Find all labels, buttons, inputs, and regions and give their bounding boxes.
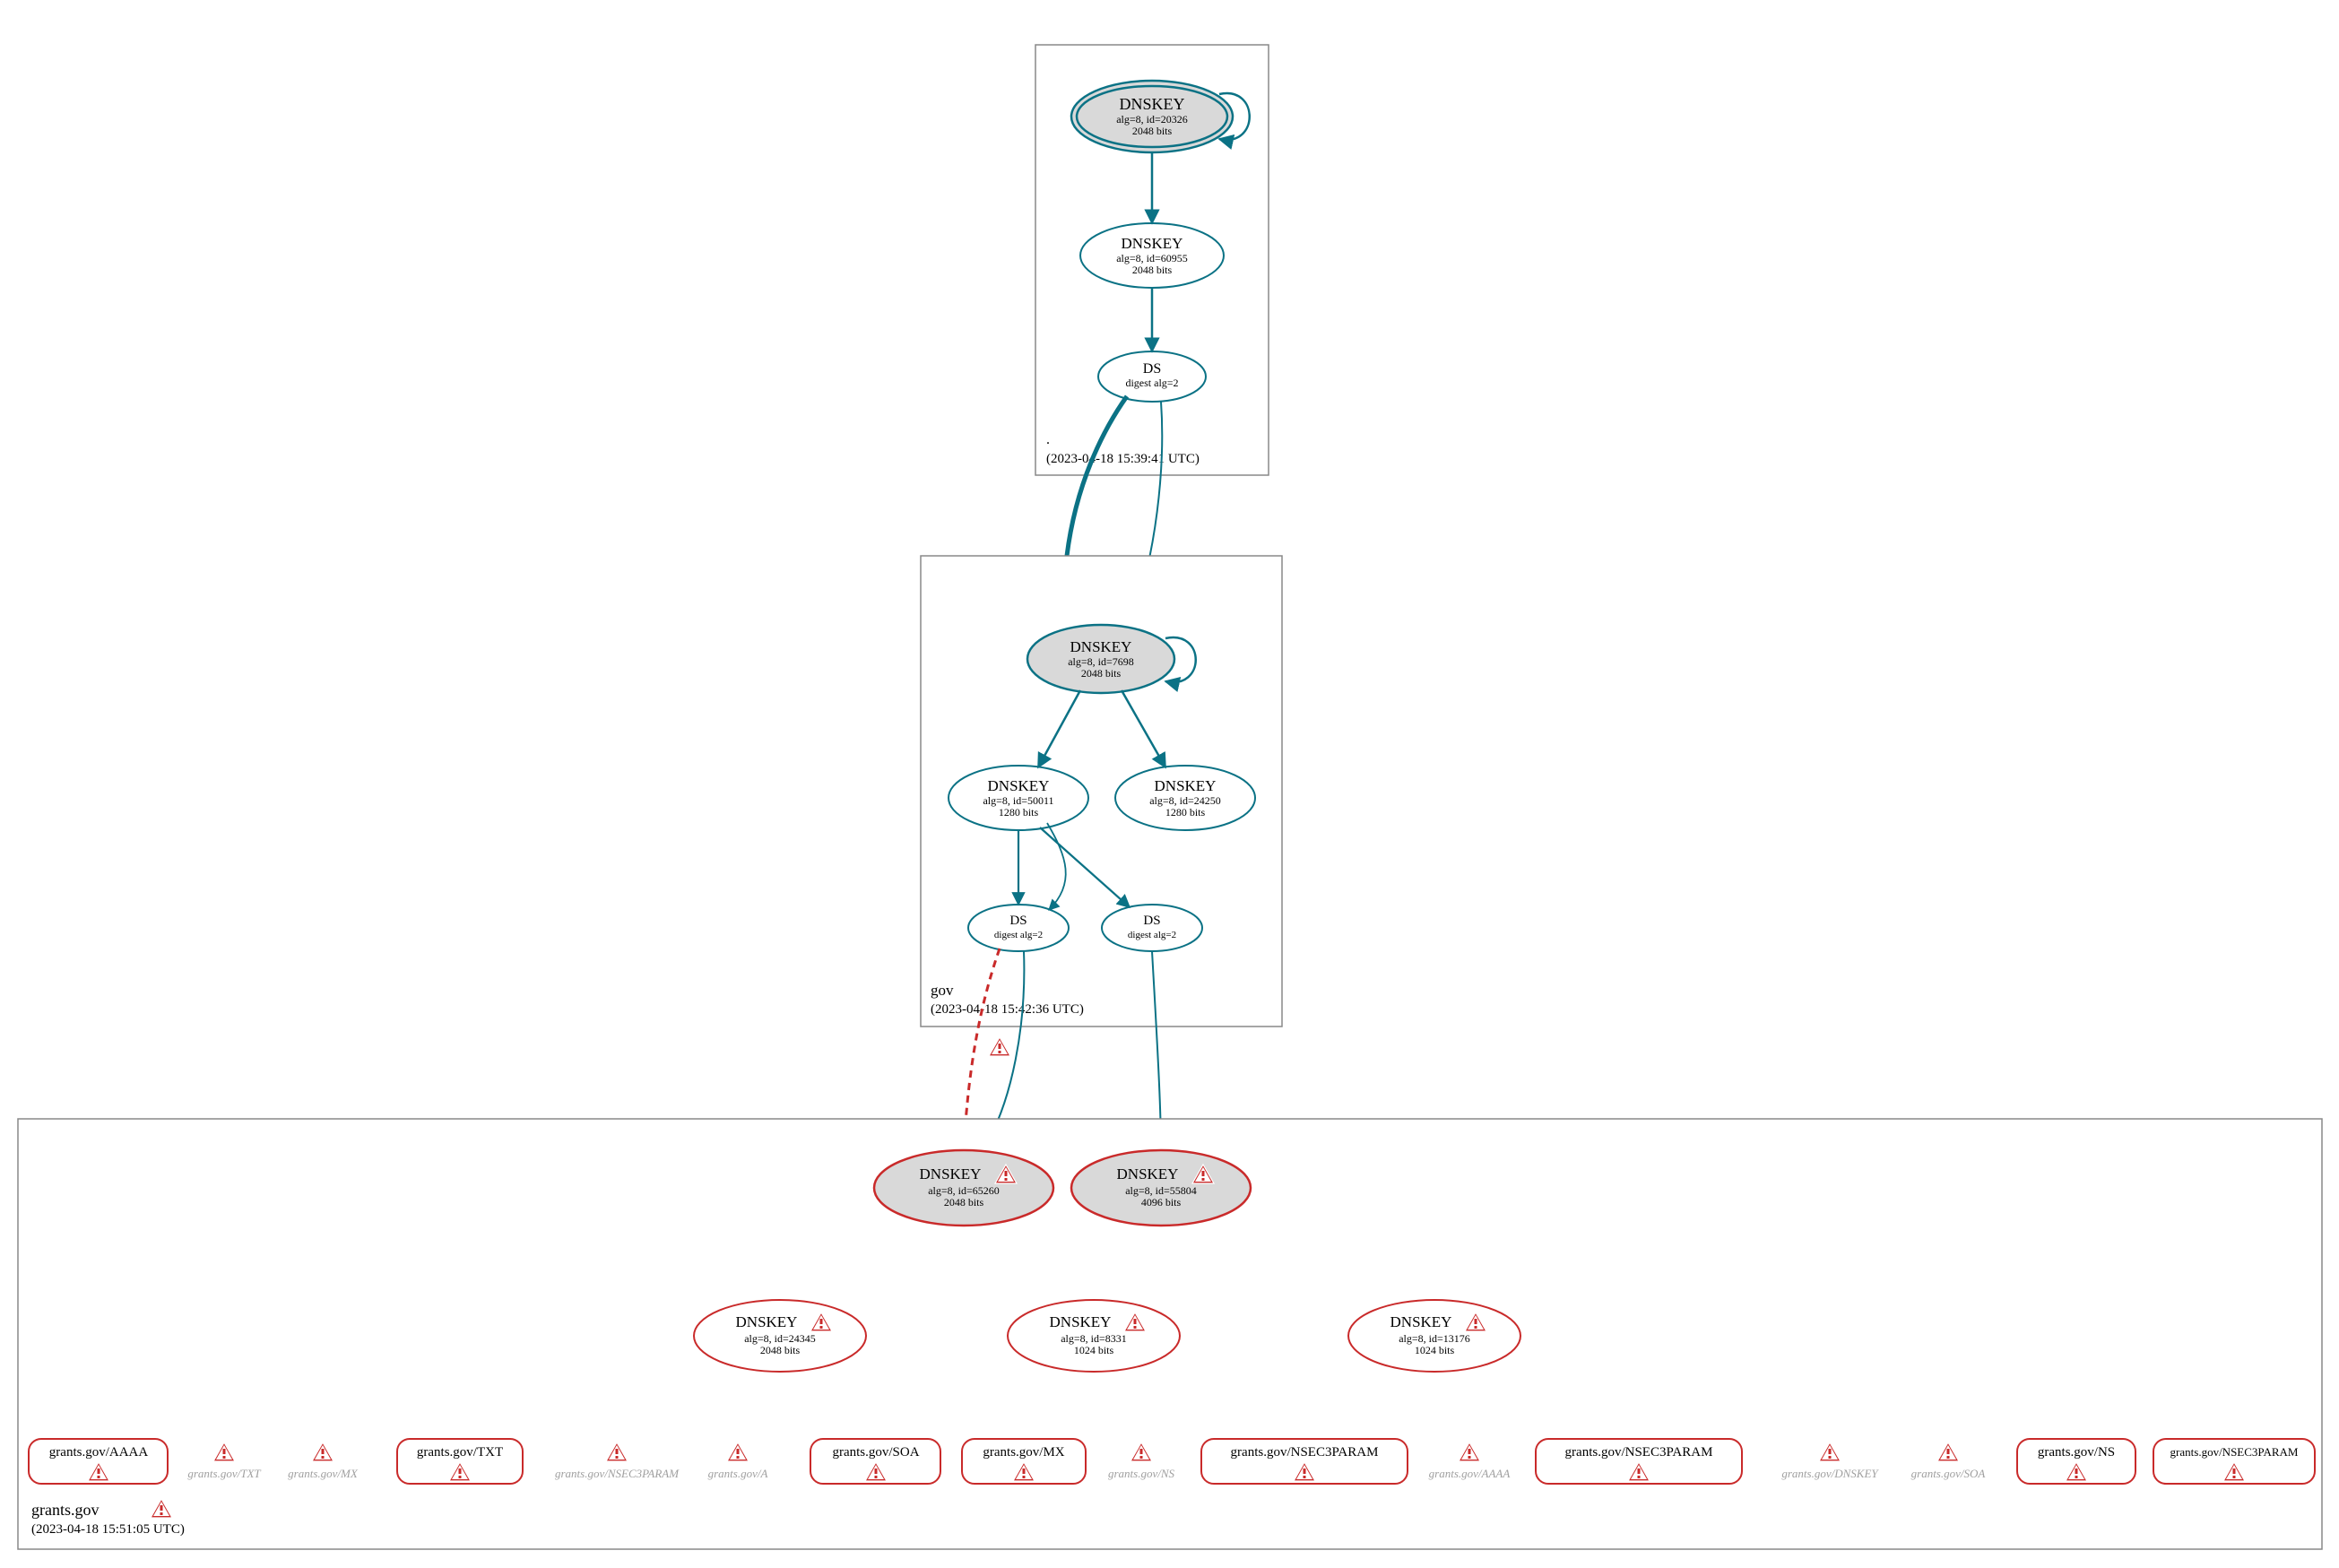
svg-text:grants.gov/TXT: grants.gov/TXT: [417, 1445, 503, 1460]
zone-gov-timestamp: (2023-04-18 15:42:36 UTC): [931, 1002, 1084, 1017]
warning-icon: [989, 1037, 1010, 1056]
svg-text:digest alg=2: digest alg=2: [1125, 377, 1178, 389]
svg-text:2048 bits: 2048 bits: [1132, 264, 1173, 276]
rrset-nsec3param-1[interactable]: grants.gov/NSEC3PARAM: [1201, 1439, 1408, 1484]
svg-text:DNSKEY: DNSKEY: [1122, 235, 1183, 252]
svg-text:2048 bits: 2048 bits: [1081, 667, 1122, 680]
rrset-nsec3param-3[interactable]: grants.gov/NSEC3PARAM: [2153, 1439, 2315, 1484]
rrset-aaaa-1[interactable]: grants.gov/AAAA: [29, 1439, 168, 1484]
node-gov-ksk[interactable]: DNSKEY alg=8, id=7698 2048 bits: [1027, 625, 1174, 693]
svg-text:grants.gov/NSEC3PARAM: grants.gov/NSEC3PARAM: [555, 1467, 680, 1480]
svg-text:DS: DS: [1143, 361, 1161, 377]
node-gov-ds1[interactable]: DS digest alg=2: [968, 905, 1069, 951]
svg-text:DNSKEY: DNSKEY: [1390, 1313, 1452, 1330]
svg-text:2048 bits: 2048 bits: [1132, 125, 1173, 137]
node-root-zsk[interactable]: DNSKEY alg=8, id=60955 2048 bits: [1080, 223, 1224, 288]
svg-text:alg=8, id=65260: alg=8, id=65260: [928, 1184, 1000, 1197]
svg-text:grants.gov/NS: grants.gov/NS: [1108, 1467, 1175, 1480]
svg-text:digest alg=2: digest alg=2: [994, 930, 1043, 940]
rrset-mx-1[interactable]: grants.gov/MX: [962, 1439, 1086, 1484]
zone-grants-label: grants.gov: [31, 1501, 100, 1519]
svg-text:grants.gov/DNSKEY: grants.gov/DNSKEY: [1781, 1467, 1879, 1480]
svg-text:grants.gov/NSEC3PARAM: grants.gov/NSEC3PARAM: [1565, 1445, 1713, 1460]
zone-root-timestamp: (2023-04-18 15:39:41 UTC): [1046, 452, 1200, 466]
svg-text:grants.gov/SOA: grants.gov/SOA: [832, 1445, 919, 1460]
node-gov-zsk2[interactable]: DNSKEY alg=8, id=24250 1280 bits: [1115, 766, 1255, 830]
svg-text:alg=8, id=50011: alg=8, id=50011: [983, 794, 1053, 807]
zone-grants-timestamp: (2023-04-18 15:51:05 UTC): [31, 1522, 185, 1537]
node-grants-k13176[interactable]: DNSKEY alg=8, id=13176 1024 bits: [1348, 1300, 1520, 1372]
svg-text:grants.gov/AAAA: grants.gov/AAAA: [49, 1445, 149, 1460]
svg-text:grants.gov/NSEC3PARAM: grants.gov/NSEC3PARAM: [2170, 1445, 2299, 1459]
svg-text:grants.gov/MX: grants.gov/MX: [983, 1445, 1064, 1460]
svg-text:1024 bits: 1024 bits: [1415, 1344, 1455, 1356]
svg-text:DNSKEY: DNSKEY: [1050, 1313, 1112, 1330]
node-gov-ds2[interactable]: DS digest alg=2: [1102, 905, 1202, 951]
zone-root-label: .: [1046, 432, 1050, 447]
svg-text:grants.gov/NS: grants.gov/NS: [2038, 1445, 2115, 1460]
svg-text:alg=8, id=24250: alg=8, id=24250: [1149, 794, 1221, 807]
svg-text:DNSKEY: DNSKEY: [920, 1165, 982, 1182]
zone-gov-label: gov: [931, 982, 954, 999]
svg-text:4096 bits: 4096 bits: [1141, 1196, 1182, 1208]
zone-gov: gov (2023-04-18 15:42:36 UTC) DNSKEY alg…: [921, 556, 1282, 1027]
svg-text:DNSKEY: DNSKEY: [1070, 638, 1132, 655]
svg-text:grants.gov/A: grants.gov/A: [708, 1467, 768, 1480]
svg-text:digest alg=2: digest alg=2: [1128, 930, 1176, 940]
node-grants-k55804[interactable]: DNSKEY alg=8, id=55804 4096 bits: [1071, 1150, 1251, 1226]
svg-text:alg=8, id=20326: alg=8, id=20326: [1116, 113, 1188, 126]
rrset-nsec3param-2[interactable]: grants.gov/NSEC3PARAM: [1536, 1439, 1742, 1484]
svg-text:alg=8, id=13176: alg=8, id=13176: [1399, 1332, 1470, 1345]
svg-text:DNSKEY: DNSKEY: [1119, 95, 1184, 113]
node-grants-k24345[interactable]: DNSKEY alg=8, id=24345 2048 bits: [694, 1300, 866, 1372]
svg-text:1280 bits: 1280 bits: [1165, 806, 1206, 819]
svg-text:DNSKEY: DNSKEY: [1155, 777, 1217, 794]
svg-text:grants.gov/SOA: grants.gov/SOA: [1911, 1467, 1986, 1480]
zone-grants: grants.gov (2023-04-18 15:51:05 UTC) DNS…: [18, 1119, 2322, 1549]
node-grants-k65260[interactable]: DNSKEY alg=8, id=65260 2048 bits: [874, 1150, 1053, 1226]
node-root-ds[interactable]: DS digest alg=2: [1098, 351, 1206, 402]
zone-root: . (2023-04-18 15:39:41 UTC) DNSKEY alg=8…: [1035, 45, 1269, 475]
node-gov-zsk1[interactable]: DNSKEY alg=8, id=50011 1280 bits: [949, 766, 1088, 830]
svg-text:DNSKEY: DNSKEY: [736, 1313, 798, 1330]
svg-text:alg=8, id=60955: alg=8, id=60955: [1116, 252, 1188, 264]
node-root-ksk[interactable]: DNSKEY alg=8, id=20326 2048 bits: [1071, 81, 1233, 152]
svg-text:2048 bits: 2048 bits: [760, 1344, 801, 1356]
svg-text:1024 bits: 1024 bits: [1074, 1344, 1114, 1356]
svg-text:alg=8, id=24345: alg=8, id=24345: [744, 1332, 816, 1345]
svg-text:alg=8, id=7698: alg=8, id=7698: [1068, 655, 1134, 668]
svg-text:DNSKEY: DNSKEY: [988, 777, 1050, 794]
svg-text:alg=8, id=8331: alg=8, id=8331: [1061, 1332, 1127, 1345]
svg-text:2048 bits: 2048 bits: [944, 1196, 984, 1208]
svg-text:DS: DS: [1009, 914, 1027, 928]
svg-text:grants.gov/TXT: grants.gov/TXT: [187, 1467, 261, 1480]
rrset-txt-1[interactable]: grants.gov/TXT: [397, 1439, 523, 1484]
svg-text:1280 bits: 1280 bits: [999, 806, 1039, 819]
svg-text:grants.gov/AAAA: grants.gov/AAAA: [1429, 1467, 1511, 1480]
svg-text:alg=8, id=55804: alg=8, id=55804: [1125, 1184, 1197, 1197]
svg-text:grants.gov/NSEC3PARAM: grants.gov/NSEC3PARAM: [1231, 1445, 1379, 1460]
svg-text:DS: DS: [1143, 914, 1160, 928]
svg-text:grants.gov/MX: grants.gov/MX: [288, 1467, 359, 1480]
svg-text:DNSKEY: DNSKEY: [1117, 1165, 1179, 1182]
node-grants-k8331[interactable]: DNSKEY alg=8, id=8331 1024 bits: [1008, 1300, 1180, 1372]
rrset-ns-1[interactable]: grants.gov/NS: [2017, 1439, 2135, 1484]
rrset-soa-1[interactable]: grants.gov/SOA: [810, 1439, 940, 1484]
